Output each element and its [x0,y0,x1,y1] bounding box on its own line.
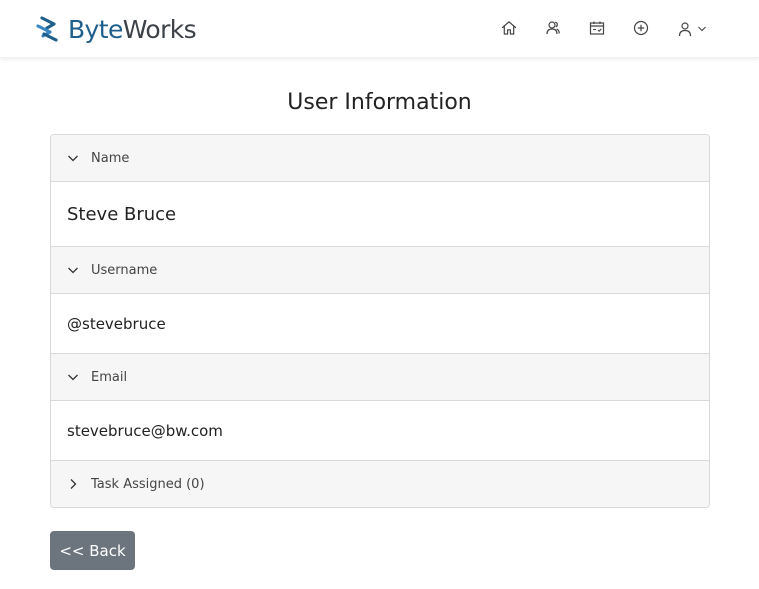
chevron-down-icon [68,374,78,381]
tasks-section-label: Task Assigned (0) [91,476,205,492]
username-section-label: Username [91,262,158,278]
users-icon[interactable] [544,19,562,37]
add-circle-icon[interactable] [632,19,650,37]
page-title: User Information [287,90,472,115]
email-section-label: Email [91,369,128,385]
chevron-down-icon [68,267,78,274]
top-navbar: ByteWorks [0,0,759,58]
back-button[interactable]: << Back [50,531,135,570]
name-section-header[interactable]: Name [51,135,709,182]
name-value: Steve Bruce [67,203,177,225]
home-icon[interactable] [500,19,518,37]
username-section-body: @stevebruce [51,294,709,354]
email-section-body: stevebruce@bw.com [51,401,709,461]
email-section-header[interactable]: Email [51,354,709,401]
calendar-icon[interactable] [588,19,606,37]
username-value: @stevebruce [67,314,166,333]
user-info-accordion: Name Steve Bruce Username @stevebruce Em… [50,134,710,508]
user-menu-toggle[interactable] [677,19,711,39]
chevron-down-icon [698,26,706,32]
name-section-label: Name [91,150,130,166]
name-section-body: Steve Bruce [51,182,709,247]
email-value: stevebruce@bw.com [67,421,223,440]
chevron-right-icon [70,479,77,489]
tasks-section-header[interactable]: Task Assigned (0) [51,461,709,507]
username-section-header[interactable]: Username [51,247,709,294]
chevron-down-icon [68,155,78,162]
user-icon [678,22,692,37]
